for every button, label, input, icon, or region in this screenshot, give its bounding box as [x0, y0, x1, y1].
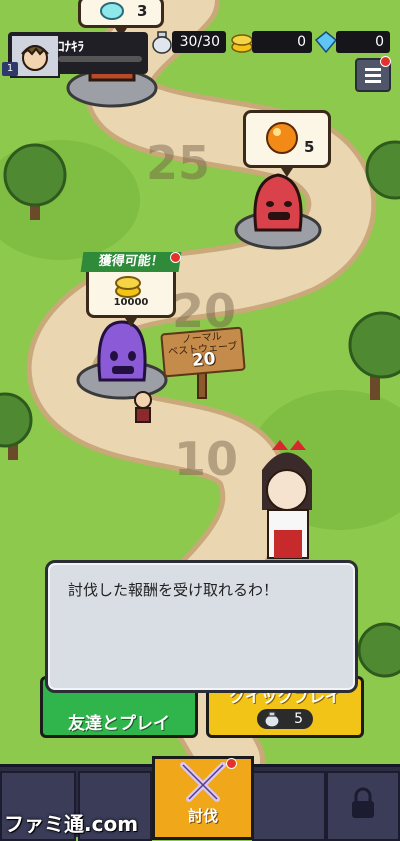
player-name: ｺﾅｷﾗ [58, 40, 84, 55]
stamina-value: 30/30 [179, 34, 220, 50]
watermark: ファミ通.com [4, 812, 139, 836]
quick-play-cost-value: 5 [294, 711, 303, 727]
coin-stack-icon [231, 34, 253, 53]
stamina-counter: 30/30 [172, 31, 226, 53]
top-hud: 1 ｺﾅｷﾗ 30/30 0 0 [0, 0, 400, 92]
stage25-reward-bubble[interactable]: 5 [243, 110, 331, 177]
nav-tab-battle[interactable]: 討伐 [152, 756, 254, 840]
wave-marker-10: 10 [174, 432, 239, 486]
nav-tab-locked[interactable] [326, 771, 400, 841]
hero-small-sprite [134, 391, 152, 423]
claimable-ribbon: 獲得可能！ [80, 252, 182, 272]
coin-stack-icon [115, 276, 141, 298]
gem-counter: 0 [336, 31, 390, 53]
crossed-swords-icon [180, 762, 226, 802]
player-level-badge: 1 [2, 62, 18, 76]
lock-icon [352, 787, 374, 818]
player-avatar-icon [21, 45, 49, 71]
menu-notification-dot [380, 56, 391, 67]
battle-notification-dot [226, 758, 237, 769]
play-with-friends-label: 友達とプレイ [68, 714, 170, 734]
coin-counter: 0 [252, 31, 312, 53]
orange-orb-icon [266, 122, 298, 154]
nav-tab-4[interactable] [252, 771, 326, 841]
best-wave-signpost: ノーマル ベストウェーブ 20 [160, 326, 246, 378]
dialog-text: 討伐した報酬を受け取れるわ！ [68, 581, 279, 599]
nav-tab-battle-label: 討伐 [187, 807, 218, 825]
quick-play-cost: 5 [257, 709, 313, 729]
dialog-box[interactable]: 討伐した報酬を受け取れるわ！ [45, 560, 358, 693]
stamina-bottle-icon [264, 711, 280, 728]
xp-bar [58, 56, 142, 62]
claimable-reward-amount: 10000 [113, 297, 149, 308]
wave-marker-25: 25 [146, 136, 211, 190]
gem-icon [314, 31, 338, 54]
coin-value: 0 [297, 34, 306, 50]
gem-value: 0 [375, 34, 384, 50]
claimable-notification-dot [170, 252, 181, 263]
stamina-bottle-icon [152, 31, 172, 54]
stage25-reward-count: 5 [304, 138, 315, 156]
